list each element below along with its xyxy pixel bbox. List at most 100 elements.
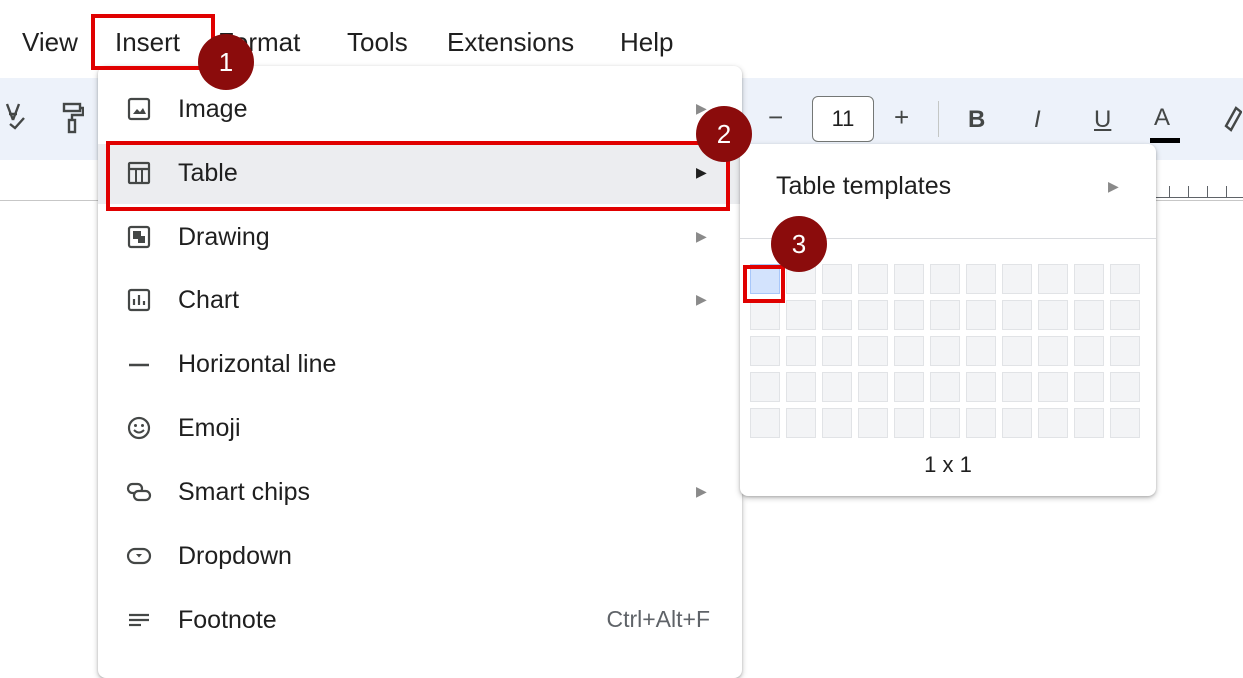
menu-item-label: Emoji xyxy=(178,414,241,442)
table-grid-cell[interactable] xyxy=(1038,408,1068,438)
menu-extensions[interactable]: Extensions xyxy=(447,26,574,58)
highlight-first-cell xyxy=(743,265,785,303)
table-grid-cell[interactable] xyxy=(1110,300,1140,330)
table-grid-cell[interactable] xyxy=(966,372,996,402)
table-grid-cell[interactable] xyxy=(1002,264,1032,294)
horizontal-line-icon xyxy=(126,351,152,377)
table-grid-cell[interactable] xyxy=(1002,300,1032,330)
smart-chips-icon xyxy=(126,479,152,505)
table-grid-cell[interactable] xyxy=(1074,408,1104,438)
table-grid-cell[interactable] xyxy=(966,408,996,438)
table-grid-cell[interactable] xyxy=(1110,264,1140,294)
table-grid-cell[interactable] xyxy=(858,408,888,438)
image-icon xyxy=(126,96,152,122)
table-grid-cell[interactable] xyxy=(894,264,924,294)
table-grid-cell[interactable] xyxy=(1038,264,1068,294)
table-grid-cell[interactable] xyxy=(1038,336,1068,366)
menu-item-footnote[interactable]: Footnote Ctrl+Alt+F xyxy=(98,591,742,651)
spellcheck-icon[interactable] xyxy=(4,100,26,137)
table-grid-cell[interactable] xyxy=(966,336,996,366)
table-grid-cell[interactable] xyxy=(930,408,960,438)
menu-help[interactable]: Help xyxy=(620,26,673,58)
table-size-label: 1 x 1 xyxy=(924,452,972,477)
table-grid-cell[interactable] xyxy=(1110,408,1140,438)
table-grid-cell[interactable] xyxy=(930,336,960,366)
footnote-icon xyxy=(126,607,152,633)
decrease-font-button[interactable]: − xyxy=(768,102,783,133)
table-grid-cell[interactable] xyxy=(750,336,780,366)
menu-item-chart[interactable]: Chart ▶ xyxy=(98,271,742,331)
menu-item-dropdown[interactable]: Dropdown xyxy=(98,527,742,587)
menu-item-label: Smart chips xyxy=(178,478,310,506)
table-grid-cell[interactable] xyxy=(858,336,888,366)
menu-item-horizontal-line[interactable]: Horizontal line xyxy=(98,335,742,395)
table-grid-cell[interactable] xyxy=(750,408,780,438)
table-grid-cell[interactable] xyxy=(750,300,780,330)
underline-button[interactable]: U xyxy=(1094,106,1111,134)
table-grid-cell[interactable] xyxy=(822,336,852,366)
table-grid-cell[interactable] xyxy=(822,408,852,438)
table-grid-cell[interactable] xyxy=(1038,372,1068,402)
table-grid-cell[interactable] xyxy=(1074,264,1104,294)
menu-tools[interactable]: Tools xyxy=(347,26,408,58)
menu-item-label: Horizontal line xyxy=(178,350,337,378)
table-grid-cell[interactable] xyxy=(1002,372,1032,402)
increase-font-button[interactable]: + xyxy=(894,102,909,133)
table-grid-cell[interactable] xyxy=(786,300,816,330)
table-grid-cell[interactable] xyxy=(786,372,816,402)
table-grid-cell[interactable] xyxy=(966,300,996,330)
text-color-button[interactable]: A xyxy=(1150,104,1180,143)
table-grid-cell[interactable] xyxy=(930,264,960,294)
submenu-arrow-icon: ▶ xyxy=(696,483,707,499)
table-grid-cell[interactable] xyxy=(822,300,852,330)
highlight-table-item xyxy=(106,141,730,211)
font-size-input[interactable]: 11 xyxy=(812,96,874,142)
table-grid-cell[interactable] xyxy=(822,372,852,402)
table-grid-cell[interactable] xyxy=(1074,300,1104,330)
table-grid-cell[interactable] xyxy=(1074,372,1104,402)
toolbar-divider xyxy=(938,101,939,137)
bold-button[interactable]: B xyxy=(968,106,985,134)
table-grid-cell[interactable] xyxy=(1074,336,1104,366)
menu-item-label: Footnote xyxy=(178,606,277,634)
table-grid-cell[interactable] xyxy=(858,372,888,402)
submenu-arrow-icon: ▶ xyxy=(696,291,707,307)
italic-button[interactable]: I xyxy=(1034,106,1041,134)
menu-item-label: Dropdown xyxy=(178,542,292,570)
submenu-arrow-icon: ▶ xyxy=(1108,178,1119,194)
table-grid-cell[interactable] xyxy=(786,336,816,366)
table-grid-cell[interactable] xyxy=(894,408,924,438)
table-grid-cell[interactable] xyxy=(966,264,996,294)
table-grid-cell[interactable] xyxy=(822,264,852,294)
table-grid-cell[interactable] xyxy=(750,372,780,402)
highlight-pen-icon[interactable] xyxy=(1222,104,1243,141)
menu-view[interactable]: View xyxy=(22,26,78,58)
menu-item-drawing[interactable]: Drawing ▶ xyxy=(98,208,742,268)
menu-item-label: Chart xyxy=(178,286,240,314)
menu-item-label: Drawing xyxy=(178,223,270,251)
emoji-icon xyxy=(126,415,152,441)
step-badge-3: 3 xyxy=(771,216,827,272)
menu-item-image[interactable]: Image ▶ xyxy=(98,80,742,140)
paint-format-icon[interactable] xyxy=(62,102,85,141)
menu-item-label: Image xyxy=(178,95,248,123)
table-grid-cell[interactable] xyxy=(858,264,888,294)
table-grid-cell[interactable] xyxy=(858,300,888,330)
table-grid-cell[interactable] xyxy=(786,408,816,438)
table-templates-item[interactable]: Table templates xyxy=(776,172,951,201)
table-grid-cell[interactable] xyxy=(930,372,960,402)
table-grid-cell[interactable] xyxy=(1110,372,1140,402)
table-grid-cell[interactable] xyxy=(894,372,924,402)
table-grid-cell[interactable] xyxy=(1110,336,1140,366)
text-color-swatch xyxy=(1150,138,1180,143)
menu-item-smart-chips[interactable]: Smart chips ▶ xyxy=(98,463,742,523)
table-grid-cell[interactable] xyxy=(1002,408,1032,438)
step-badge-2: 2 xyxy=(696,106,752,162)
table-grid-cell[interactable] xyxy=(1038,300,1068,330)
table-grid-cell[interactable] xyxy=(1002,336,1032,366)
table-grid-cell[interactable] xyxy=(930,300,960,330)
submenu-arrow-icon: ▶ xyxy=(696,228,707,244)
table-grid-cell[interactable] xyxy=(894,336,924,366)
table-grid-cell[interactable] xyxy=(894,300,924,330)
menu-item-emoji[interactable]: Emoji xyxy=(98,399,742,459)
